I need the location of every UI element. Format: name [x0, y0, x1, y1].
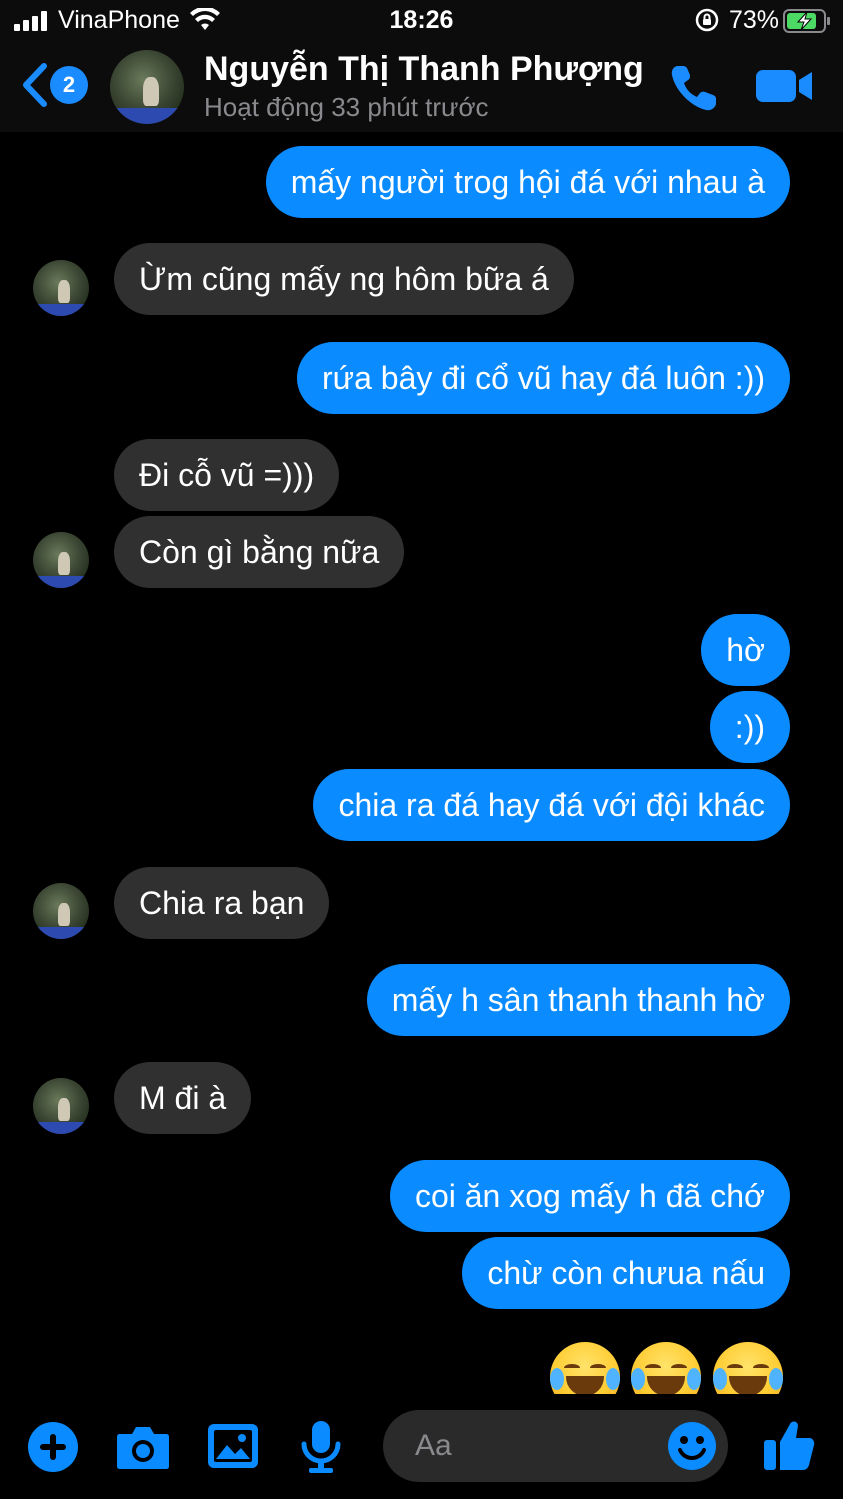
message-input[interactable]: Aa [383, 1410, 728, 1482]
status-bar: VinaPhone 18:26 73% [0, 0, 843, 44]
thumbs-up-like-icon[interactable] [762, 1418, 816, 1472]
message-bubble-outgoing[interactable]: chia ra đá hay đá với đội khác [313, 769, 790, 841]
back-chevron-icon[interactable] [20, 62, 50, 108]
message-bubble-outgoing[interactable]: coi ăn xog mấy h đã chớ [389, 1160, 790, 1232]
contact-avatar[interactable] [33, 260, 89, 316]
phone-call-icon[interactable] [668, 62, 720, 114]
contact-avatar[interactable] [110, 50, 184, 124]
message-bubble-outgoing[interactable]: hờ [701, 614, 790, 686]
battery-percentage: 73% [729, 6, 780, 34]
contact-avatar[interactable] [33, 883, 89, 939]
microphone-icon[interactable] [300, 1420, 342, 1474]
gallery-image-icon[interactable] [207, 1423, 259, 1469]
message-input-placeholder: Aa [415, 1429, 452, 1462]
message-bubble-outgoing[interactable]: :)) [709, 691, 790, 763]
contact-avatar[interactable] [33, 532, 89, 588]
conversation-header: 2 Nguyễn Thị Thanh Phượng Hoạt động 33 p… [0, 44, 843, 132]
tears-of-joy-emoji-icon[interactable] [713, 1342, 783, 1394]
message-bubble-outgoing[interactable]: chừ còn chưua nấu [462, 1237, 790, 1309]
message-composer: Aa [0, 1394, 843, 1499]
contact-active-status: Hoạt động 33 phút trước [204, 92, 489, 122]
orientation-lock-icon [695, 8, 719, 32]
plus-icon[interactable] [28, 1422, 78, 1472]
video-call-icon[interactable] [754, 66, 814, 106]
message-bubble-outgoing[interactable]: mấy h sân thanh thanh hờ [366, 964, 790, 1036]
message-bubble-incoming[interactable]: Còn gì bằng nữa [114, 516, 405, 588]
contact-name[interactable]: Nguyễn Thị Thanh Phượng [204, 50, 644, 89]
message-bubble-incoming[interactable]: Ừm cũng mấy ng hôm bữa á [114, 243, 574, 315]
tears-of-joy-emoji-icon[interactable] [631, 1342, 701, 1394]
emoji-smile-icon[interactable] [667, 1421, 717, 1471]
message-bubble-incoming[interactable]: Đi cỗ vũ =))) [114, 439, 340, 511]
unread-count-badge[interactable]: 2 [50, 66, 88, 104]
battery-charging-icon [783, 9, 830, 33]
message-bubble-outgoing[interactable]: rứa bây đi cổ vũ hay đá luôn :)) [297, 342, 790, 414]
message-bubble-outgoing[interactable]: mấy người trog hội đá với nhau à [265, 146, 790, 218]
contact-avatar[interactable] [33, 1078, 89, 1134]
camera-icon[interactable] [116, 1424, 170, 1470]
message-bubble-incoming[interactable]: M đi à [114, 1062, 252, 1134]
tears-of-joy-emoji-icon[interactable] [550, 1342, 620, 1394]
message-bubble-incoming[interactable]: Chia ra bạn [114, 867, 330, 939]
